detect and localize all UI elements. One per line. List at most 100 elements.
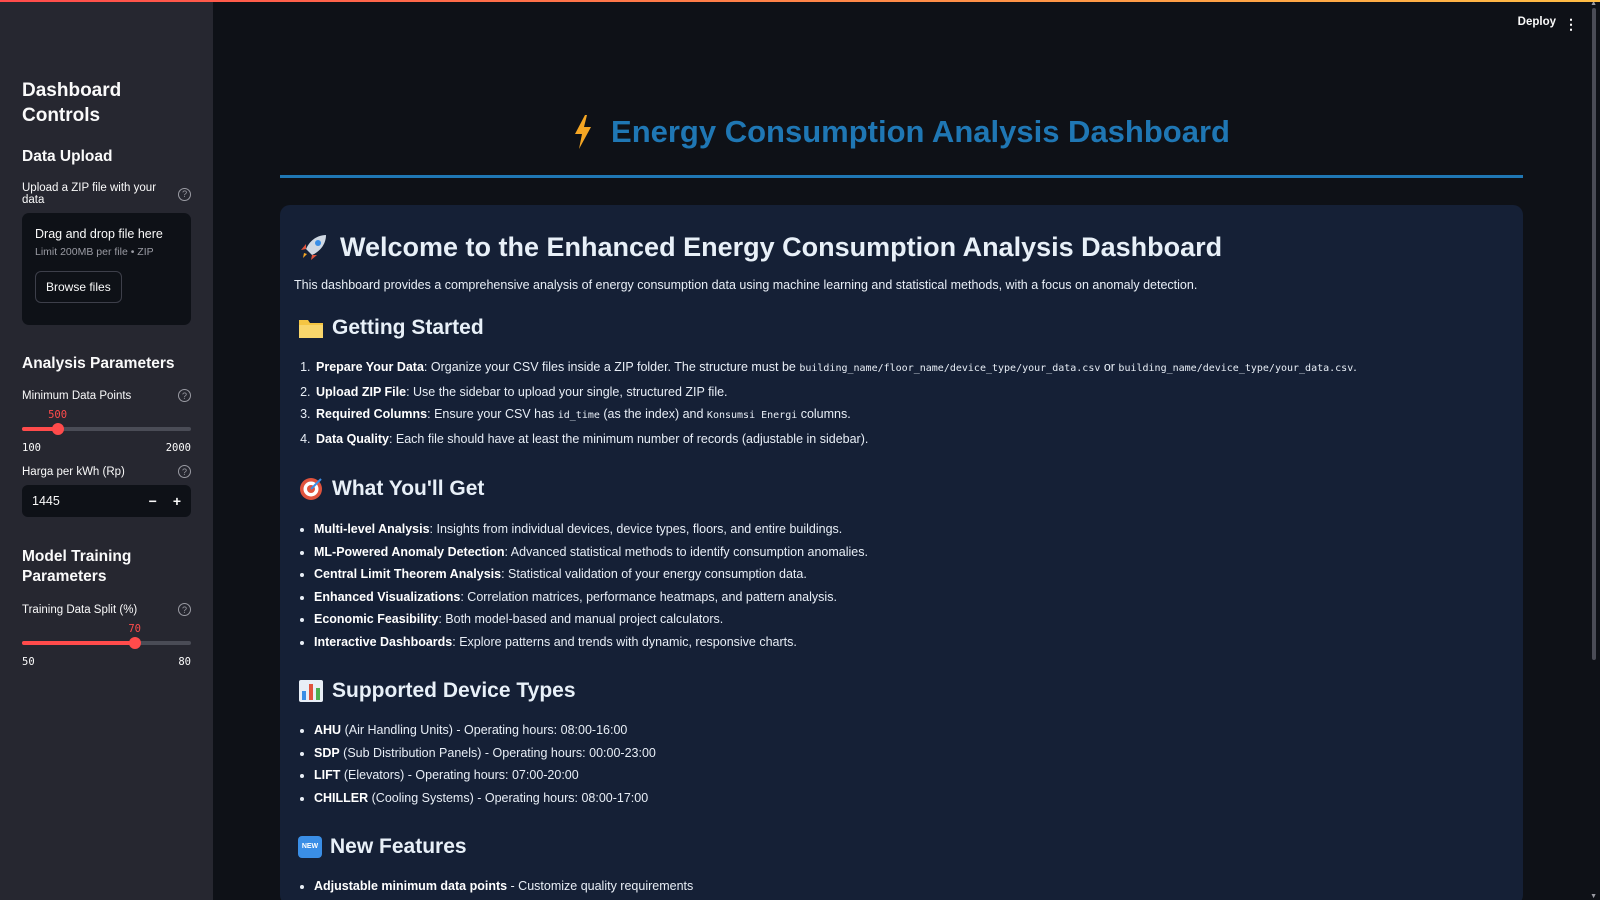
code-path: building_name/floor_name/device_type/you…	[799, 363, 1101, 374]
browse-files-button[interactable]: Browse files	[35, 271, 122, 303]
step-text: : Ensure your CSV has	[427, 407, 558, 421]
increment-button[interactable]: +	[173, 493, 181, 509]
price-label-row: Harga per kWh (Rp) ?	[22, 465, 191, 478]
features-list: Multi-level Analysis: Insights from indi…	[314, 518, 1509, 653]
slider-min: 50	[22, 656, 35, 668]
deploy-button[interactable]: Deploy	[1518, 16, 1556, 28]
slider-thumb[interactable]	[128, 637, 141, 649]
slider-track[interactable]	[22, 423, 191, 435]
item-text: : Both model-based and manual project ca…	[438, 612, 724, 626]
item-title: Economic Feasibility	[314, 612, 439, 626]
slider-min: 100	[22, 442, 41, 454]
file-dropzone[interactable]: Drag and drop file here Limit 200MB per …	[22, 213, 191, 325]
step-title: Data Quality	[316, 431, 389, 446]
item-text: : Explore patterns and trends with dynam…	[452, 634, 797, 649]
help-icon[interactable]: ?	[178, 603, 191, 616]
item-title: Adjustable minimum data points	[314, 879, 508, 893]
step-text: (as the index) and	[599, 407, 707, 421]
split-label: Training Data Split (%)	[22, 603, 138, 616]
step-text: or	[1100, 360, 1119, 374]
new-badge-icon: NEW	[298, 836, 322, 858]
slider-max: 80	[178, 656, 191, 668]
main-content: Energy Consumption Analysis Dashboard We…	[280, 0, 1523, 900]
list-item: LIFT (Elevators) - Operating hours: 07:0…	[314, 764, 1509, 787]
help-icon[interactable]: ?	[178, 187, 191, 201]
sidebar-title-line2: Controls	[22, 105, 101, 126]
welcome-heading-text: Welcome to the Enhanced Energy Consumpti…	[340, 231, 1223, 262]
what-youll-get-heading-text: What You'll Get	[332, 477, 485, 500]
model-training-heading-line1: Model Training	[22, 548, 132, 565]
model-training-heading: Model Training Parameters	[22, 547, 191, 587]
getting-started-list: Prepare Your Data: Organize your CSV fil…	[314, 356, 1509, 450]
list-item: CHILLER (Cooling Systems) - Operating ho…	[314, 787, 1509, 810]
scroll-down-arrow[interactable]: ▼	[1590, 893, 1597, 900]
item-title: Enhanced Visualizations	[314, 589, 461, 604]
welcome-heading: Welcome to the Enhanced Energy Consumpti…	[298, 231, 1509, 263]
list-item: Adjustable minimum data points - Customi…	[314, 875, 1509, 898]
help-icon[interactable]: ?	[178, 389, 191, 402]
min-points-value: 500	[48, 409, 68, 421]
slider-thumb[interactable]	[51, 423, 64, 435]
what-youll-get-heading: What You'll Get	[298, 476, 1509, 502]
slider-track[interactable]	[22, 637, 191, 649]
page-title: Energy Consumption Analysis Dashboard	[280, 111, 1523, 153]
folder-icon	[299, 320, 323, 338]
list-item: Central Limit Theorem Analysis: Statisti…	[314, 563, 1509, 586]
step-text: : Each file should have at least the min…	[388, 431, 869, 446]
split-value: 70	[128, 623, 141, 635]
decrement-button[interactable]: −	[149, 493, 157, 509]
sidebar: Dashboard Controls Data Upload Upload a …	[0, 0, 213, 900]
model-training-heading-line2: Parameters	[22, 568, 107, 585]
page-title-text: Energy Consumption Analysis Dashboard	[611, 114, 1230, 149]
step-text: columns.	[797, 407, 851, 421]
price-value[interactable]: 1445	[32, 494, 60, 508]
list-item: Multi-level Analysis: Insights from indi…	[314, 518, 1509, 541]
list-item: Upload ZIP File: Use the sidebar to uplo…	[314, 381, 1509, 404]
item-text: : Insights from individual devices, devi…	[429, 522, 843, 536]
list-item: Economic Feasibility: Both model-based a…	[314, 608, 1509, 631]
getting-started-heading: Getting Started	[298, 316, 1509, 340]
item-text: : Statistical validation of your energy …	[501, 567, 807, 581]
list-item: Enhanced Visualizations: Correlation mat…	[314, 586, 1509, 609]
device-name: CHILLER	[314, 790, 369, 805]
min-points-slider[interactable]: 500 100 2000	[22, 409, 191, 454]
step-text: : Organize your CSV files inside a ZIP f…	[423, 360, 800, 374]
slider-fill	[22, 641, 135, 645]
split-label-row: Training Data Split (%) ?	[22, 603, 191, 616]
price-number-input[interactable]: 1445 − +	[22, 485, 191, 517]
code-column: id_time	[557, 410, 600, 421]
sidebar-title: Dashboard Controls	[22, 78, 191, 128]
more-menu-icon[interactable]: ⋮	[1564, 16, 1578, 33]
top-decoration-bar	[0, 0, 1600, 2]
rocket-icon	[301, 235, 326, 260]
list-item: Interactive Dashboards: Explore patterns…	[314, 631, 1509, 654]
upload-label-row: Upload a ZIP file with your data ?	[22, 182, 191, 206]
target-icon	[300, 478, 322, 500]
device-text: (Air Handling Units) - Operating hours: …	[341, 723, 628, 737]
item-title: Interactive Dashboards	[314, 634, 453, 649]
welcome-card: Welcome to the Enhanced Energy Consumpti…	[280, 205, 1523, 900]
training-split-slider[interactable]: 70 50 80	[22, 623, 191, 668]
step-title: Required Columns	[316, 407, 428, 421]
item-text: - Customize quality requirements	[507, 879, 694, 893]
item-text: : Correlation matrices, performance heat…	[460, 589, 837, 604]
scrollbar[interactable]	[1592, 8, 1596, 660]
sidebar-title-line1: Dashboard	[22, 80, 122, 101]
upload-label: Upload a ZIP file with your data	[22, 182, 157, 206]
stepper-controls: − +	[149, 493, 181, 509]
device-name: SDP	[314, 745, 340, 760]
device-types-heading-text: Supported Device Types	[332, 679, 576, 702]
device-text: (Cooling Systems) - Operating hours: 08:…	[368, 790, 649, 805]
step-title: Prepare Your Data	[316, 360, 424, 374]
list-item: SDP (Sub Distribution Panels) - Operatin…	[314, 742, 1509, 765]
price-label: Harga per kWh (Rp)	[22, 465, 125, 478]
analysis-parameters-heading: Analysis Parameters	[22, 355, 175, 372]
step-text: : Use the sidebar to upload your single,…	[406, 384, 728, 399]
bar-chart-icon	[299, 680, 323, 702]
help-icon[interactable]: ?	[178, 465, 191, 478]
data-upload-heading: Data Upload	[22, 148, 113, 165]
step-text: .	[1353, 360, 1357, 374]
device-text: (Elevators) - Operating hours: 07:00-20:…	[340, 768, 579, 782]
device-name: LIFT	[314, 768, 341, 782]
intro-paragraph: This dashboard provides a comprehensive …	[294, 278, 1198, 292]
